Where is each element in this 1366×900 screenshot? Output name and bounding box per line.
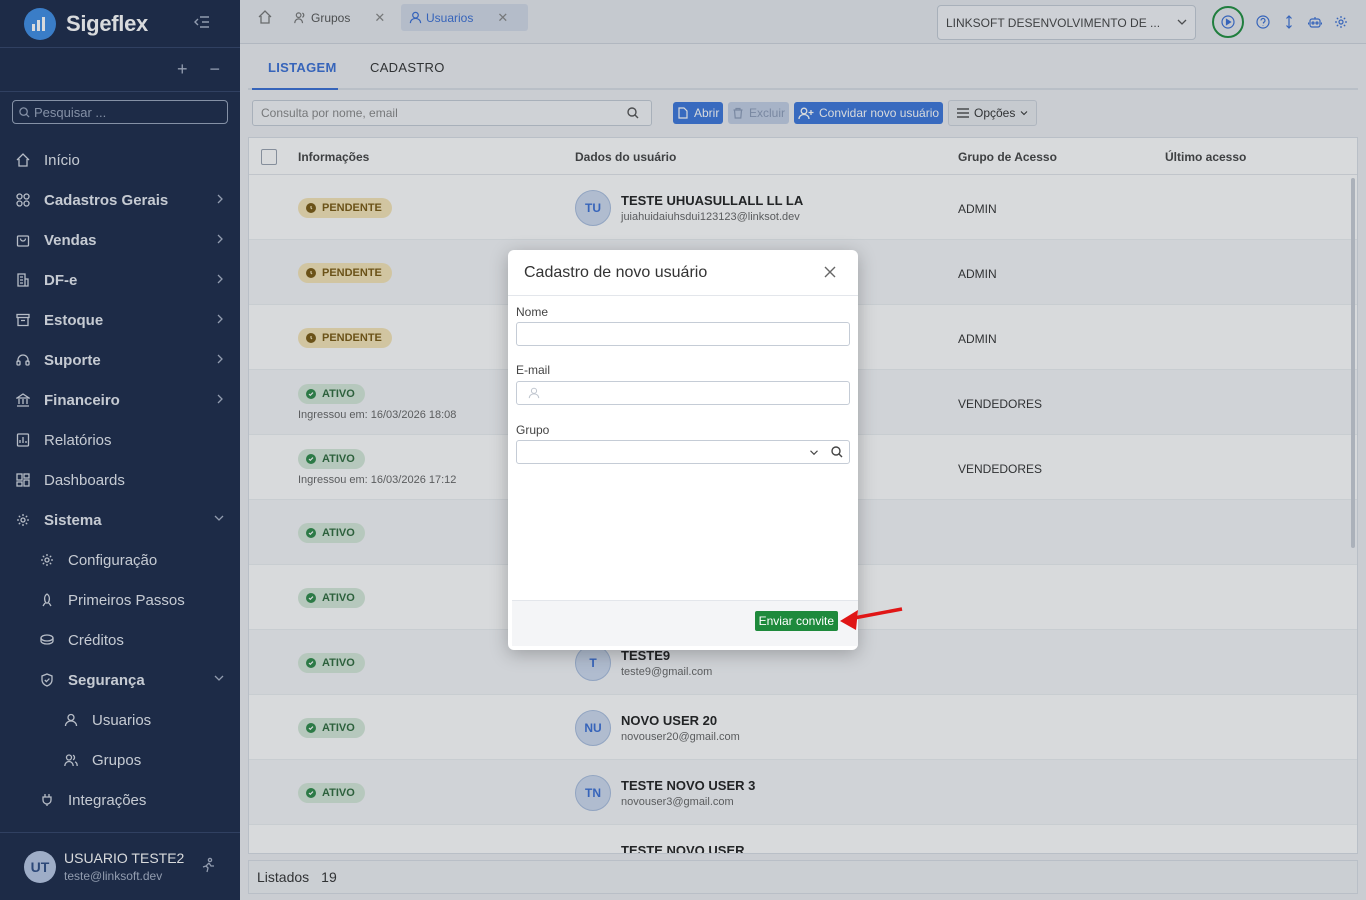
new-user-modal: Cadastro de novo usuário Nome E-mail Gru… xyxy=(508,250,858,650)
modal-footer: Enviar convite xyxy=(512,600,858,646)
group-label: Grupo xyxy=(516,423,550,437)
user-icon xyxy=(528,387,540,399)
send-invite-button[interactable]: Enviar convite xyxy=(754,611,838,631)
email-field[interactable] xyxy=(516,381,850,405)
name-field[interactable] xyxy=(516,322,850,346)
search-icon[interactable] xyxy=(831,446,843,458)
annotation-arrow xyxy=(838,605,904,635)
modal-title-bar: Cadastro de novo usuário xyxy=(508,250,858,296)
chevron-down-icon[interactable] xyxy=(809,449,819,456)
group-select[interactable] xyxy=(516,440,850,464)
email-label: E-mail xyxy=(516,363,551,377)
close-icon[interactable] xyxy=(824,266,836,278)
modal-title: Cadastro de novo usuário xyxy=(524,264,708,281)
name-label: Nome xyxy=(516,305,549,319)
